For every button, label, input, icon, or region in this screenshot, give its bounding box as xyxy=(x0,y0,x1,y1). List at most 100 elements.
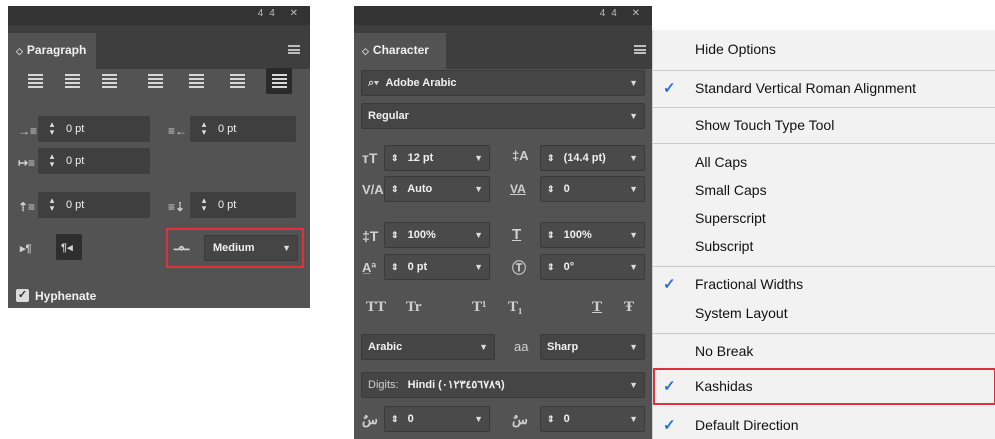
menu-item-default-direction[interactable]: Default Direction xyxy=(695,417,799,433)
leading-field[interactable]: ⇕ (14.4 pt) ▼ xyxy=(540,145,645,171)
baseline-shift-field[interactable]: ⇕ 0 pt ▼ xyxy=(384,254,490,280)
right-indent-icon: ≡← xyxy=(168,124,188,138)
vertical-scale-field[interactable]: ⇕ 100% ▼ xyxy=(384,222,490,248)
menu-item-standard-vertical-roman-alignment[interactable]: Standard Vertical Roman Alignment xyxy=(695,80,916,96)
rotation-spinner-icon[interactable]: ⇕ xyxy=(547,262,555,272)
kerning-spinner-icon[interactable]: ⇕ xyxy=(391,184,399,194)
leading-spinner-icon[interactable]: ⇕ xyxy=(547,153,555,163)
first-line-indent-spinner-icon[interactable]: ▴ ▾ xyxy=(46,152,58,169)
justify-center-button[interactable] xyxy=(183,68,209,94)
language-dropdown[interactable]: Arabic ▼ xyxy=(361,334,495,360)
menu-item-hide-options[interactable]: Hide Options xyxy=(695,41,776,57)
kerning-value: Auto xyxy=(407,183,433,195)
vertical-scale-spinner-icon[interactable]: ⇕ xyxy=(391,230,399,240)
baseline-shift-spinner-icon[interactable]: ⇕ xyxy=(391,262,399,272)
panel-window-controls[interactable]: 44 ✕ xyxy=(600,8,646,19)
horizontal-scale-field[interactable]: ⇕ 100% ▼ xyxy=(540,222,645,248)
diacritic-y-spinner-icon[interactable]: ⇕ xyxy=(547,414,555,424)
horizontal-scale-value: 100% xyxy=(563,229,592,241)
panel-window-controls[interactable]: 44 ✕ xyxy=(258,8,304,19)
chevron-down-icon: ▼ xyxy=(629,111,638,121)
first-line-indent-value: 0 pt xyxy=(66,155,85,167)
hyphenate-checkbox[interactable]: ✓ xyxy=(16,289,29,302)
horizontal-scale-icon: T xyxy=(512,226,522,243)
menu-item-no-break[interactable]: No Break xyxy=(695,343,753,359)
tracking-value: 0 xyxy=(563,183,570,195)
diacritic-x-field[interactable]: ⇕ 0 ▼ xyxy=(384,406,490,432)
chevron-down-icon: ▼ xyxy=(629,184,638,194)
space-after-spinner-icon[interactable]: ▴ ▾ xyxy=(198,196,210,213)
character-menu-icon[interactable] xyxy=(634,45,646,54)
space-before-value: 0 pt xyxy=(66,199,85,211)
character-tab-row: ◇ Character xyxy=(354,25,652,69)
chevron-down-icon: ▼ xyxy=(474,184,483,194)
superscript-button[interactable]: T¹ xyxy=(472,299,487,316)
menu-item-show-touch-type-tool[interactable]: Show Touch Type Tool xyxy=(695,117,834,133)
align-left-button[interactable] xyxy=(22,68,48,94)
kerning-field[interactable]: ⇕ Auto ▼ xyxy=(384,176,490,202)
justify-all-button[interactable] xyxy=(266,68,292,94)
menu-separator xyxy=(653,70,995,71)
underline-button[interactable]: T xyxy=(592,299,602,316)
font-size-value: 12 pt xyxy=(407,152,434,164)
rotation-value: 0° xyxy=(563,261,575,273)
tracking-field[interactable]: ⇕ 0 ▼ xyxy=(540,176,645,202)
menu-item-small-caps[interactable]: Small Caps xyxy=(695,182,767,198)
tracking-spinner-icon[interactable]: ⇕ xyxy=(547,184,555,194)
character-titlebar: 44 ✕ xyxy=(354,6,652,25)
font-family-dropdown[interactable]: ⌕▾ Adobe Arabic ▼ xyxy=(361,70,645,96)
language-value: Arabic xyxy=(368,341,403,353)
diacritic-y-field[interactable]: ⇕ 0 ▼ xyxy=(540,406,645,432)
chevron-down-icon: ▼ xyxy=(629,262,638,272)
space-after-value: 0 pt xyxy=(218,199,237,211)
menu-item-subscript[interactable]: Subscript xyxy=(695,238,753,254)
check-icon: ✓ xyxy=(663,417,676,434)
paragraph-menu-icon[interactable] xyxy=(288,45,300,54)
rtl-direction-button[interactable]: ¶◂ xyxy=(56,234,82,260)
strikethrough-button[interactable]: Ŧ xyxy=(624,299,634,316)
small-caps-button[interactable]: Tr xyxy=(406,299,422,316)
chevron-down-icon: ▼ xyxy=(629,342,638,352)
menu-item-all-caps[interactable]: All Caps xyxy=(695,154,747,170)
justify-left-button[interactable] xyxy=(142,68,168,94)
font-style-dropdown[interactable]: Regular ▼ xyxy=(361,103,645,129)
tab-paragraph[interactable]: ◇ Paragraph xyxy=(8,33,96,69)
all-caps-button[interactable]: TT xyxy=(366,299,386,316)
tab-character[interactable]: ◇ Character xyxy=(354,33,446,69)
justify-center-icon xyxy=(189,74,204,88)
digits-dropdown[interactable]: Digits: Hindi (٠١٢٣٤٥٦٧٨٩) ▼ xyxy=(361,372,645,398)
leading-icon: ‡A xyxy=(512,148,529,163)
menu-item-fractional-widths[interactable]: Fractional Widths xyxy=(695,276,803,292)
kashidas-highlight xyxy=(653,368,995,405)
font-size-field[interactable]: ⇕ 12 pt ▼ xyxy=(384,145,490,171)
chevron-down-icon: ▼ xyxy=(629,414,638,424)
font-size-spinner-icon[interactable]: ⇕ xyxy=(391,153,399,163)
paragraph-tab-row: ◇ Paragraph xyxy=(8,25,310,69)
first-line-indent-icon: ↦≡ xyxy=(18,156,36,170)
space-before-icon: ⇡≡ xyxy=(18,200,36,214)
rtl-paragraph-direction-icon: ¶◂ xyxy=(61,242,73,254)
align-center-button[interactable] xyxy=(59,68,85,94)
menu-separator xyxy=(653,333,995,334)
align-right-icon xyxy=(102,74,117,88)
menu-item-system-layout[interactable]: System Layout xyxy=(695,305,788,321)
subscript-button[interactable]: T₁ xyxy=(508,299,523,316)
character-panel: 44 ✕ ◇ Character ⌕▾ Adobe Arabic ▼ Regula… xyxy=(354,6,652,439)
align-right-button[interactable] xyxy=(96,68,122,94)
horizontal-scale-spinner-icon[interactable]: ⇕ xyxy=(547,230,555,240)
left-indent-spinner-icon[interactable]: ▴ ▾ xyxy=(46,120,58,137)
hyphenate-label: Hyphenate xyxy=(35,289,97,303)
justify-right-button[interactable] xyxy=(224,68,250,94)
chevron-down-icon: ▼ xyxy=(629,153,638,163)
right-indent-spinner-icon[interactable]: ▴ ▾ xyxy=(198,120,210,137)
tracking-icon: VA xyxy=(510,182,526,196)
menu-separator xyxy=(653,143,995,144)
rotation-field[interactable]: ⇕ 0° ▼ xyxy=(540,254,645,280)
search-icon: ⌕▾ xyxy=(368,77,379,89)
menu-item-superscript[interactable]: Superscript xyxy=(695,210,766,226)
diacritic-x-spinner-icon[interactable]: ⇕ xyxy=(391,414,399,424)
space-before-spinner-icon[interactable]: ▴ ▾ xyxy=(46,196,58,213)
ltr-paragraph-direction-icon[interactable]: ▸¶ xyxy=(20,242,32,255)
antialias-dropdown[interactable]: Sharp ▼ xyxy=(540,334,645,360)
chevron-down-icon: ▼ xyxy=(474,414,483,424)
